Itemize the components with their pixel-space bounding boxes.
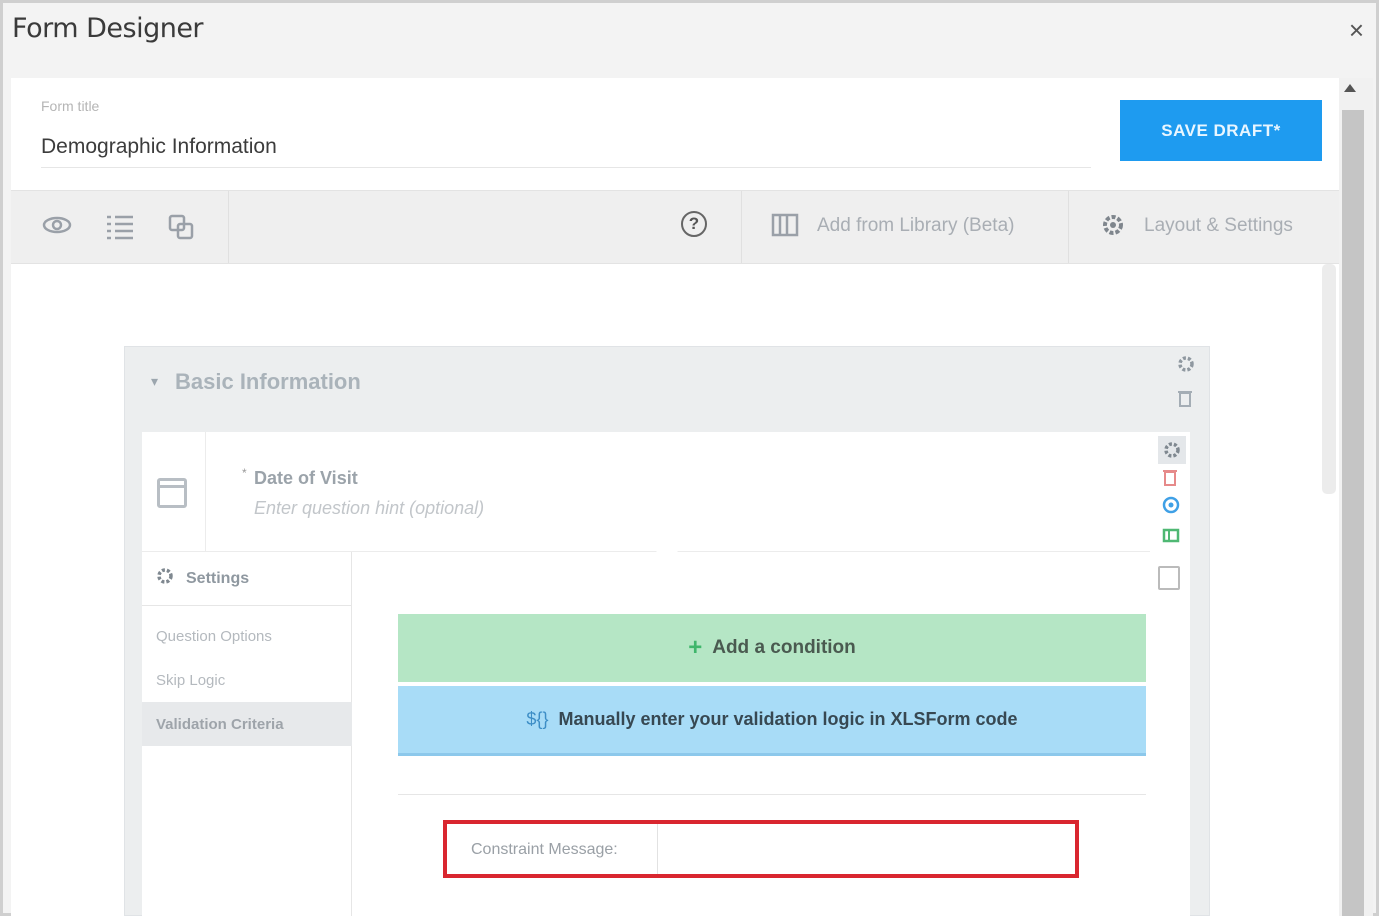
toolbar-divider	[741, 191, 742, 263]
question-add-to-library-icon[interactable]	[1162, 526, 1180, 549]
form-title-input[interactable]	[41, 126, 1091, 168]
canvas-scrollbar[interactable]	[1322, 264, 1336, 494]
toolbar-divider	[1068, 191, 1069, 263]
toolbar-divider	[228, 191, 229, 263]
collapse-caret-icon[interactable]: ▾	[151, 373, 158, 390]
calendar-icon	[157, 478, 187, 508]
group-delete-trash-icon[interactable]	[1177, 389, 1193, 412]
settings-gear-icon	[156, 567, 174, 590]
add-condition-button[interactable]: + Add a condition	[398, 614, 1146, 682]
constraint-message-field: Constraint Message:	[443, 820, 1079, 878]
question-date-of-visit: * Date of Visit Enter question hint (opt…	[142, 432, 1150, 552]
group-settings-gear-icon[interactable]	[1177, 355, 1195, 378]
window-title: Form Designer	[12, 13, 204, 44]
question-settings-gear-icon[interactable]	[1158, 436, 1186, 464]
add-condition-label: Add a condition	[712, 637, 856, 658]
form-title-label: Form title	[41, 98, 100, 114]
constraint-message-label: Constraint Message:	[447, 824, 658, 874]
settings-item-validation-criteria[interactable]: Validation Criteria	[142, 702, 352, 746]
manual-validation-button[interactable]: ${} Manually enter your validation logic …	[398, 686, 1146, 756]
settings-pointer	[656, 541, 678, 552]
scroll-up-arrow-icon[interactable]	[1344, 84, 1356, 92]
list-icon[interactable]	[105, 213, 135, 248]
question-duplicate-icon[interactable]	[1162, 496, 1180, 519]
group-title[interactable]: Basic Information	[175, 369, 361, 395]
toolbar: ? Add from Library (Beta) Layout & Setti…	[11, 190, 1339, 264]
duplicate-icon[interactable]	[167, 213, 195, 248]
title-bar: Form Designer ×	[3, 3, 1376, 77]
gear-icon[interactable]	[1099, 211, 1127, 246]
form-header: Form title SAVE DRAFT*	[11, 78, 1339, 190]
manual-validation-label: Manually enter your validation logic in …	[558, 709, 1018, 729]
required-marker: *	[242, 466, 247, 480]
settings-item-question-options[interactable]: Question Options	[142, 614, 352, 658]
question-hint-input[interactable]: Enter question hint (optional)	[254, 498, 484, 519]
plus-icon: +	[688, 634, 703, 661]
settings-header: Settings	[142, 552, 352, 606]
close-icon[interactable]: ×	[1349, 15, 1364, 46]
question-delete-trash-icon[interactable]	[1162, 468, 1178, 491]
add-from-library-button[interactable]: Add from Library (Beta)	[817, 215, 1014, 237]
layout-settings-button[interactable]: Layout & Settings	[1144, 215, 1293, 237]
code-icon: ${}	[526, 709, 549, 729]
divider	[398, 794, 1146, 795]
window-scrollbar-thumb[interactable]	[1342, 110, 1364, 916]
settings-sidebar: Settings Question Options Skip Logic Val…	[142, 552, 352, 916]
settings-title: Settings	[186, 570, 250, 587]
constraint-message-input[interactable]	[661, 828, 1073, 870]
help-icon[interactable]: ?	[681, 211, 707, 237]
question-actions	[1150, 432, 1190, 552]
settings-item-skip-logic[interactable]: Skip Logic	[142, 658, 352, 702]
preview-eye-icon[interactable]	[41, 213, 73, 244]
group-header[interactable]: ▾ Basic Information	[125, 347, 1171, 423]
save-draft-button[interactable]: SAVE DRAFT*	[1120, 100, 1322, 161]
library-icon[interactable]	[771, 211, 799, 246]
question-type	[142, 432, 206, 552]
expand-checkbox[interactable]	[1158, 566, 1180, 590]
question-label[interactable]: Date of Visit	[254, 468, 358, 489]
